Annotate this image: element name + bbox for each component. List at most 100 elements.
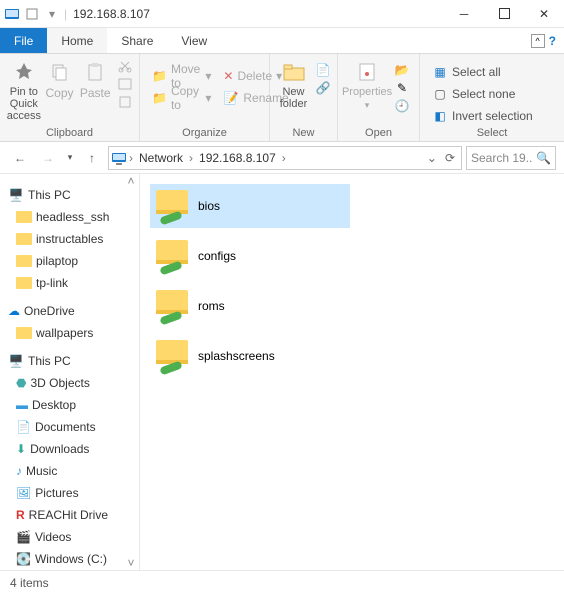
- ribbon-tabs: File Home Share View ^ ?: [0, 28, 564, 54]
- downloads-icon: ⬇: [16, 442, 26, 456]
- tree-thispc[interactable]: 🖥️This PC: [0, 350, 139, 372]
- pasteshortcut-icon[interactable]: [117, 94, 133, 110]
- search-input[interactable]: Search 19... 🔍: [466, 146, 556, 170]
- invertselection-button[interactable]: ◧Invert selection: [430, 106, 535, 126]
- close-button[interactable]: ✕: [524, 0, 564, 28]
- properties-button[interactable]: Properties ▾: [344, 58, 390, 111]
- title-bar: ▾ | 192.168.8.107 ─ ✕: [0, 0, 564, 28]
- tree-item[interactable]: instructables: [0, 228, 139, 250]
- chevron-right-icon[interactable]: ›: [187, 151, 195, 165]
- tree-scrollbar[interactable]: ˄˅: [123, 174, 139, 570]
- chevron-right-icon[interactable]: ›: [280, 151, 288, 165]
- group-organize-label: Organize: [140, 127, 269, 141]
- search-icon: 🔍: [536, 151, 551, 165]
- selectall-button[interactable]: ▦Select all: [430, 62, 535, 82]
- edit-icon[interactable]: ✎: [394, 80, 410, 96]
- properties-label: Properties: [342, 86, 392, 98]
- status-text: 4 items: [10, 576, 49, 590]
- easyaccess-icon[interactable]: 🔗: [315, 80, 331, 96]
- pc-icon: 🖥️: [8, 187, 24, 203]
- history-icon[interactable]: 🕘: [394, 98, 410, 114]
- file-item-bios[interactable]: bios: [150, 184, 350, 228]
- back-button[interactable]: ←: [8, 146, 32, 170]
- refresh-icon[interactable]: ⟳: [441, 151, 459, 165]
- tree-item[interactable]: headless_ssh: [0, 206, 139, 228]
- newitem-icon[interactable]: 📄: [315, 62, 331, 78]
- tree-onedrive[interactable]: ☁OneDrive: [0, 300, 139, 322]
- file-label: splashscreens: [198, 349, 275, 363]
- tree-item[interactable]: ⬇Downloads: [0, 438, 139, 460]
- open-icon[interactable]: 📂: [394, 62, 410, 78]
- cut-icon[interactable]: [117, 58, 133, 74]
- file-item-splashscreens[interactable]: splashscreens: [150, 334, 350, 378]
- chevron-right-icon[interactable]: ›: [127, 151, 135, 165]
- tree-item[interactable]: 📄Documents: [0, 416, 139, 438]
- dropdown-icon: ▾: [205, 91, 211, 105]
- moveto-button[interactable]: 📁Move to▾: [150, 66, 213, 86]
- crumb-host[interactable]: 192.168.8.107: [195, 151, 280, 165]
- tab-home[interactable]: Home: [47, 28, 107, 53]
- tab-view[interactable]: View: [167, 28, 221, 53]
- scroll-down-icon[interactable]: ˅: [127, 556, 134, 570]
- selectnone-button[interactable]: ▢Select none: [430, 84, 535, 104]
- properties-icon: [355, 60, 379, 84]
- help-icon[interactable]: ?: [549, 34, 556, 48]
- file-item-configs[interactable]: configs: [150, 234, 350, 278]
- copyto-button[interactable]: 📁Copy to▾: [150, 88, 213, 108]
- pin-quickaccess-button[interactable]: Pin to Quick access: [6, 58, 42, 122]
- tree-item[interactable]: ⬣3D Objects: [0, 372, 139, 394]
- nav-tree[interactable]: 🖥️This PC headless_ssh instructables pil…: [0, 174, 140, 570]
- recent-dropdown[interactable]: ▾: [64, 146, 76, 170]
- file-list[interactable]: bios configs roms splashscreens: [140, 174, 564, 570]
- onedrive-icon: ☁: [8, 304, 20, 318]
- music-icon: ♪: [16, 464, 22, 478]
- paste-button[interactable]: Paste: [77, 58, 113, 100]
- tab-file[interactable]: File: [0, 28, 47, 53]
- tree-item[interactable]: 💽Windows (C:): [0, 548, 139, 570]
- tree-item[interactable]: wallpapers: [0, 322, 139, 344]
- crumb-network[interactable]: Network: [135, 151, 187, 165]
- copypath-icon[interactable]: [117, 76, 133, 92]
- tree-item[interactable]: 🎬Videos: [0, 526, 139, 548]
- network-folder-icon: [154, 338, 190, 374]
- tree-item[interactable]: RREACHit Drive: [0, 504, 139, 526]
- qat-dropdown-icon[interactable]: ▾: [44, 6, 60, 22]
- folder-icon: [16, 327, 32, 339]
- scroll-up-icon[interactable]: ˄: [127, 174, 134, 188]
- ribbon-expand-button[interactable]: ^: [531, 34, 545, 48]
- tree-item[interactable]: ♪Music: [0, 460, 139, 482]
- copy-icon: [48, 60, 72, 84]
- file-item-roms[interactable]: roms: [150, 284, 350, 328]
- breadcrumb[interactable]: › Network › 192.168.8.107 › ⌄ ⟳: [108, 146, 462, 170]
- tree-item[interactable]: tp-link: [0, 272, 139, 294]
- videos-icon: 🎬: [16, 530, 31, 544]
- file-label: bios: [198, 199, 220, 213]
- tree-item[interactable]: ▬Desktop: [0, 394, 139, 416]
- selectnone-icon: ▢: [432, 86, 448, 102]
- rename-icon: 📝: [223, 90, 239, 106]
- address-dropdown-icon[interactable]: ⌄: [423, 151, 441, 165]
- network-folder-icon: [154, 188, 190, 224]
- maximize-button[interactable]: [484, 0, 524, 28]
- tree-item[interactable]: pilaptop: [0, 250, 139, 272]
- folder-icon: [16, 211, 32, 223]
- tree-item[interactable]: 🖼Pictures: [0, 482, 139, 504]
- invert-icon: ◧: [432, 108, 448, 124]
- newfolder-button[interactable]: New folder: [276, 58, 311, 110]
- copy-button[interactable]: Copy: [42, 58, 78, 100]
- tab-share[interactable]: Share: [107, 28, 167, 53]
- folder-icon: [16, 255, 32, 267]
- dropdown-icon: ▾: [205, 69, 211, 83]
- qat-item-icon[interactable]: [24, 6, 40, 22]
- selectall-icon: ▦: [432, 64, 448, 80]
- minimize-button[interactable]: ─: [444, 0, 484, 28]
- tree-thispc-top[interactable]: 🖥️This PC: [0, 184, 139, 206]
- pc-icon: 🖥️: [8, 353, 24, 369]
- desktop-icon: ▬: [16, 398, 28, 412]
- explorer-icon: [4, 6, 20, 22]
- dropdown-icon: ▾: [365, 100, 370, 111]
- network-folder-icon: [154, 238, 190, 274]
- forward-button[interactable]: →: [36, 146, 60, 170]
- up-button[interactable]: ↑: [80, 146, 104, 170]
- group-clipboard-label: Clipboard: [0, 127, 139, 141]
